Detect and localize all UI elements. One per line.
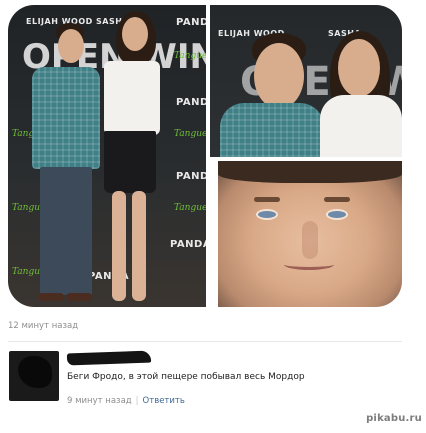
divider (8, 341, 402, 342)
wall-text-brand: PANDA (176, 97, 206, 108)
wall-text-tanguero: Tanguero (174, 51, 206, 61)
site-watermark: pikabu.ru (366, 413, 422, 424)
comment-timestamp[interactable]: 9 минут назад (67, 396, 132, 406)
photo-face-closeup[interactable] (218, 161, 402, 307)
wall-text-brand: PANDA (176, 171, 206, 182)
post-timestamp: 12 минут назад (8, 321, 79, 331)
photo-full-length[interactable]: ELIJAH WOOD SASHA PANDA OPEN WINDOWS Tan… (8, 5, 206, 307)
author-name-redacted[interactable] (66, 350, 152, 366)
reply-link[interactable]: Ответить (143, 396, 185, 406)
meta-separator: | (135, 396, 139, 406)
comment-meta: 9 минут назад | Ответить (67, 396, 185, 406)
wall-text-tanguero: Tanguero (174, 129, 206, 139)
wall-text-tanguero: Tanguero (174, 203, 206, 213)
wall-text-brand: PANDA (170, 239, 206, 250)
photo-closeup-pair[interactable]: ELIJAH WOOD SASHA OPEN WINDOWS (210, 5, 402, 157)
wall-text-brand: PANDA (176, 17, 206, 28)
post-photo-collage: ELIJAH WOOD SASHA PANDA OPEN WINDOWS Tan… (8, 5, 402, 307)
comment-text: Беги Фродо, в этой пещере побывал весь М… (67, 372, 305, 382)
